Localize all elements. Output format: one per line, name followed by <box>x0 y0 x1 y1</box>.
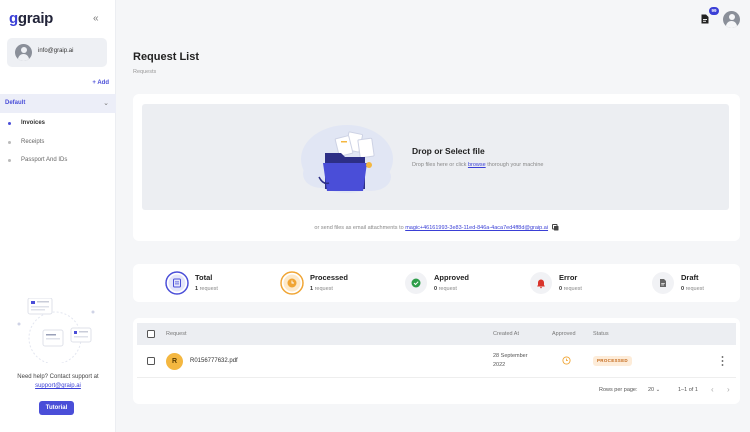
bell-icon <box>530 272 552 294</box>
select-all-checkbox[interactable] <box>147 330 155 338</box>
stat-count: 0 request <box>681 286 704 292</box>
column-request[interactable]: Request <box>166 331 187 337</box>
logo[interactable]: ggraip <box>9 10 53 27</box>
chevron-down-icon: ⌄ <box>103 100 109 107</box>
pending-clock-icon <box>562 356 571 365</box>
file-dropzone[interactable]: Drop or Select file Drop files here or c… <box>142 104 729 210</box>
logo-g: g <box>9 10 18 27</box>
user-avatar-icon <box>15 44 32 61</box>
rows-per-page-label: Rows per page: <box>599 387 638 393</box>
bullet-icon <box>8 122 11 125</box>
notification-badge: 99 <box>709 7 719 15</box>
table-header: Request Created At Approved Status <box>137 323 736 345</box>
stat-count-value: 1 <box>310 286 314 292</box>
group-default[interactable]: Default ⌄ <box>0 94 116 113</box>
file-name[interactable]: R0156777632.pdf <box>190 358 238 364</box>
help-illustration <box>17 298 95 363</box>
stat-count-unit: request <box>314 286 333 292</box>
dropzone-subtitle-before: Drop files here or click <box>412 162 468 168</box>
copy-icon[interactable] <box>551 224 559 231</box>
breadcrumb[interactable]: Requests <box>133 69 156 75</box>
clock-icon <box>280 271 304 295</box>
table-row[interactable]: R R0156777632.pdf 28 September 2022 PROC… <box>137 345 736 378</box>
collapse-sidebar-icon[interactable]: « <box>93 13 99 24</box>
pagination-range: 1–1 of 1 <box>678 387 698 393</box>
more-vertical-icon[interactable] <box>721 355 724 367</box>
created-date: 28 September <box>493 353 528 359</box>
user-email: info@graip.ai <box>38 48 74 54</box>
email-upload-line: or send files as email attachments to ma… <box>133 224 740 231</box>
page-title: Request List <box>133 51 200 63</box>
stats-card: Total 1 request Processed 1 request Appr… <box>133 264 740 302</box>
created-at: 28 September 2022 <box>493 352 543 370</box>
stat-count-value: 0 <box>434 286 438 292</box>
stat-title: Processed <box>310 273 348 282</box>
next-page-icon[interactable]: › <box>727 385 730 394</box>
bullet-icon <box>8 141 11 144</box>
sidebar: ggraip « info@graip.ai + Add Default ⌄ I… <box>0 0 116 432</box>
sidebar-item-passport-and-ids[interactable]: Passport And IDs <box>0 153 116 169</box>
column-created-at[interactable]: Created At <box>493 331 519 337</box>
draft-document-icon <box>652 272 674 294</box>
list-icon <box>165 271 189 295</box>
upload-card: Drop or Select file Drop files here or c… <box>133 94 740 241</box>
upload-folder-illustration <box>301 125 393 193</box>
stat-count-unit: request <box>438 286 457 292</box>
stat-count: 0 request <box>434 286 457 292</box>
support-email-link[interactable]: support@graip.ai <box>35 383 81 389</box>
tutorial-button[interactable]: Tutorial <box>39 401 74 415</box>
document-icon[interactable] <box>701 14 709 24</box>
stat-count-value: 1 <box>195 286 199 292</box>
status-badge: PROCESSED <box>593 356 632 366</box>
help-text: Need help? Contact support at support@gr… <box>6 373 110 391</box>
sidebar-item-receipts[interactable]: Receipts <box>0 135 116 151</box>
account-avatar-icon[interactable] <box>723 11 740 28</box>
stat-count-unit: request <box>563 286 582 292</box>
help-text-label: Need help? Contact support at <box>17 374 99 380</box>
previous-page-icon[interactable]: ‹ <box>711 385 714 394</box>
created-year: 2022 <box>493 362 506 368</box>
sidebar-item-label: Passport And IDs <box>21 157 68 163</box>
stat-count-unit: request <box>199 286 218 292</box>
add-document-type-link[interactable]: + Add <box>92 80 109 86</box>
rows-per-page-value: 20 <box>648 387 655 393</box>
requests-table: Request Created At Approved Status R R01… <box>133 318 740 404</box>
stat-title: Total <box>195 273 213 282</box>
stat-count: 1 request <box>195 286 218 292</box>
stat-count-value: 0 <box>681 286 685 292</box>
magic-email-link[interactable]: magic+46161993-3e83-11ed-846a-4aca7ed4ff… <box>405 225 548 231</box>
stat-count: 0 request <box>559 286 582 292</box>
chevron-down-icon: ⌄ <box>655 387 661 393</box>
email-prefix: or send files as email attachments to <box>314 224 406 231</box>
logo-text: graip <box>17 10 54 27</box>
sidebar-item-label: Receipts <box>21 139 45 145</box>
column-status[interactable]: Status <box>593 331 609 337</box>
stat-count-value: 0 <box>559 286 563 292</box>
workspace-user-card[interactable]: info@graip.ai <box>7 38 107 67</box>
column-approved[interactable]: Approved <box>552 331 576 337</box>
check-circle-icon <box>405 272 427 294</box>
stat-title: Draft <box>681 273 699 282</box>
dropzone-title: Drop or Select file <box>412 146 485 156</box>
stat-count: 1 request <box>310 286 333 292</box>
sidebar-item-label: Invoices <box>21 120 46 126</box>
browse-link[interactable]: browse <box>468 162 486 168</box>
group-label: Default <box>5 100 26 106</box>
stat-title: Approved <box>434 273 470 282</box>
dropzone-subtitle-after: thorough your machine <box>485 162 544 168</box>
row-checkbox[interactable] <box>147 357 155 365</box>
file-avatar: R <box>166 353 183 370</box>
dropzone-subtitle: Drop files here or click browse thorough… <box>412 162 543 168</box>
bullet-icon <box>8 159 11 162</box>
stat-count-unit: request <box>685 286 704 292</box>
sidebar-item-invoices[interactable]: Invoices <box>0 116 116 132</box>
stat-title: Error <box>559 273 578 282</box>
rows-per-page-select[interactable]: 20 ⌄ <box>648 387 660 393</box>
